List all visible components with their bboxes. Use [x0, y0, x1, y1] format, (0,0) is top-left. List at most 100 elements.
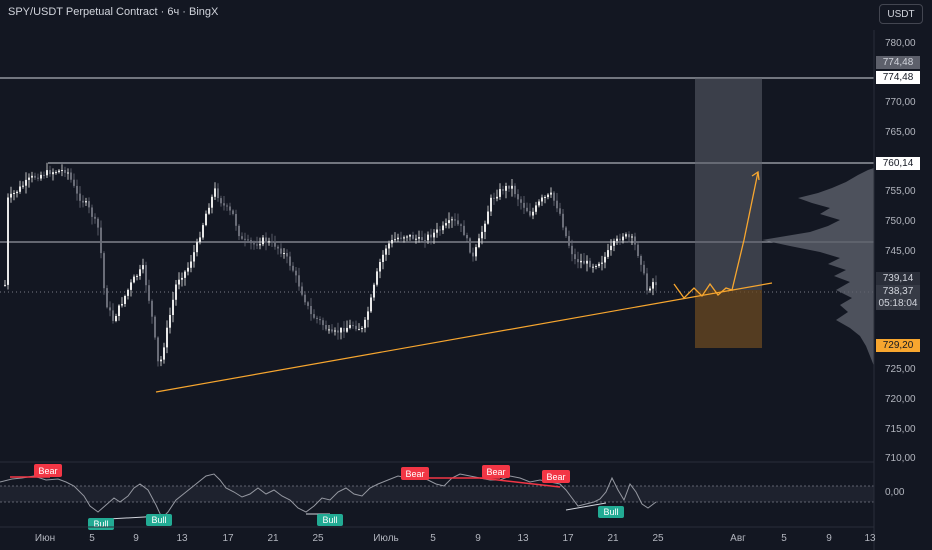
candle-body — [259, 244, 261, 246]
price-tag-resistance[interactable]: 760,14 — [876, 157, 920, 170]
candle-body — [391, 240, 393, 244]
candle-body — [472, 252, 474, 257]
indicator-label-bull-4: Bull — [598, 506, 624, 518]
candle-body — [85, 201, 87, 203]
candle-body — [184, 271, 186, 278]
candle-body — [406, 236, 408, 238]
candle-body — [613, 241, 615, 246]
candle-body — [592, 266, 594, 268]
candle-body — [403, 237, 405, 239]
candle-body — [529, 211, 531, 216]
candle-body — [268, 241, 270, 243]
candle-body — [565, 227, 567, 237]
candle-body — [40, 174, 42, 179]
candle-body — [316, 317, 318, 319]
candle-body — [412, 235, 414, 239]
price-tag-stop[interactable]: 729,20 — [876, 339, 920, 352]
candle-body — [154, 316, 156, 338]
candle-body — [166, 327, 168, 348]
candle-body — [625, 234, 627, 237]
candle-body — [79, 193, 81, 201]
candle-body — [52, 172, 54, 175]
time-tick: 9 — [133, 533, 139, 544]
price-tag-last: 739,14 — [876, 272, 920, 285]
candle-body — [286, 253, 288, 257]
candle-body — [139, 269, 141, 276]
candle-body — [634, 236, 636, 245]
price-tick: 715,00 — [885, 424, 916, 435]
candle-body — [322, 320, 324, 326]
candle-body — [538, 201, 540, 206]
candle-body — [310, 306, 312, 315]
candle-body — [349, 325, 351, 328]
candle-body — [646, 273, 648, 291]
candle-body — [547, 194, 549, 198]
price-chart[interactable]: Bear Bull Bull Bull Bear Bear Bear Bull — [0, 0, 932, 550]
candle-body — [22, 185, 24, 187]
candle-body — [610, 245, 612, 251]
price-tag-upper[interactable]: 774,48 — [876, 71, 920, 84]
candle-body — [577, 259, 579, 263]
candle-body — [226, 205, 228, 207]
candle-body — [445, 223, 447, 226]
trendline[interactable] — [155, 282, 773, 393]
candle-body — [7, 197, 9, 285]
candle-body — [118, 305, 120, 316]
candle-body — [271, 241, 273, 243]
candles — [4, 162, 657, 367]
position-profit-zone[interactable] — [695, 78, 762, 290]
candle-body — [115, 316, 117, 321]
candle-body — [346, 327, 348, 332]
candle-body — [367, 311, 369, 320]
candle-body — [262, 237, 264, 245]
candle-body — [34, 175, 36, 178]
candle-body — [121, 304, 123, 306]
candle-body — [622, 236, 624, 241]
candle-body — [343, 328, 345, 332]
candle-body — [172, 299, 174, 315]
price-tick: 770,00 — [885, 97, 916, 108]
candle-body — [112, 310, 114, 321]
candle-body — [394, 239, 396, 241]
candle-body — [67, 172, 69, 174]
candle-body — [43, 174, 45, 176]
candle-body — [355, 325, 357, 330]
candle-body — [520, 199, 522, 203]
time-tick: 5 — [89, 533, 95, 544]
candle-body — [541, 197, 543, 202]
candle-body — [181, 277, 183, 280]
candle-body — [499, 189, 501, 197]
osc-zero-tick: 0,00 — [885, 487, 905, 498]
candle-body — [523, 202, 525, 208]
candle-body — [424, 240, 426, 241]
volume-profile — [762, 168, 874, 366]
candle-body — [496, 196, 498, 199]
candle-body — [37, 177, 39, 179]
candle-body — [160, 359, 162, 362]
candle-body — [535, 205, 537, 212]
candle-body — [55, 172, 57, 174]
osc-band — [0, 486, 874, 502]
candle-body — [397, 237, 399, 240]
candle-body — [655, 282, 657, 286]
candle-body — [337, 330, 339, 333]
candle-body — [481, 231, 483, 239]
price-tick: 720,00 — [885, 394, 916, 405]
candle-body — [142, 265, 144, 270]
candle-body — [223, 203, 225, 206]
candle-body — [586, 260, 588, 264]
candle-body — [313, 314, 315, 318]
candle-body — [454, 219, 456, 221]
candle-body — [187, 267, 189, 272]
price-tick: 765,00 — [885, 127, 916, 138]
time-tick: Июль — [373, 533, 399, 544]
candle-body — [352, 325, 354, 327]
candle-body — [253, 243, 255, 245]
candle-body — [211, 196, 213, 208]
candle-body — [559, 208, 561, 214]
candle-body — [241, 236, 243, 239]
candle-body — [643, 264, 645, 274]
candle-body — [31, 175, 33, 178]
candle-body — [502, 189, 504, 191]
position-loss-zone[interactable] — [695, 290, 762, 348]
